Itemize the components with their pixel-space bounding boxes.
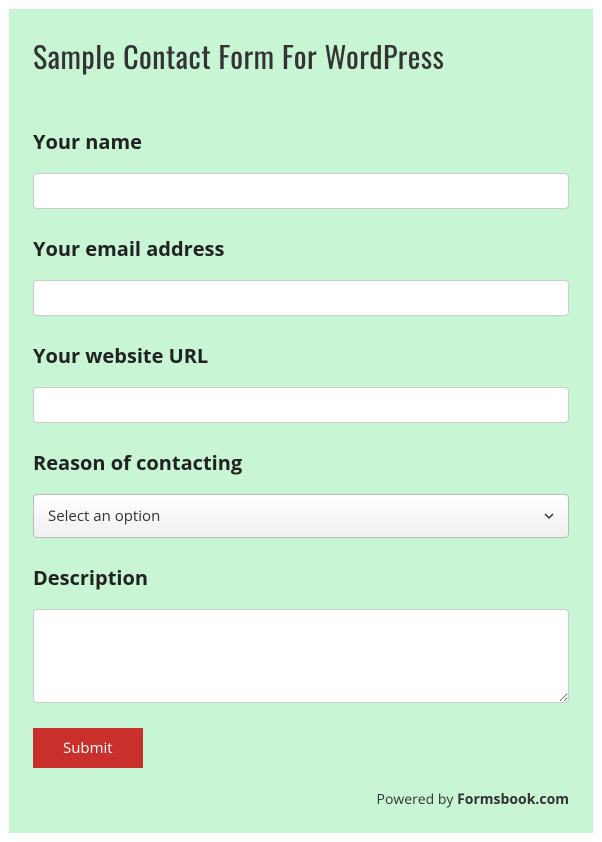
name-field-group: Your name	[33, 128, 569, 209]
reason-label: Reason of contacting	[33, 449, 569, 476]
reason-field-group: Reason of contacting Select an option	[33, 449, 569, 538]
name-input[interactable]	[33, 173, 569, 209]
reason-select[interactable]: Select an option	[33, 494, 569, 538]
email-input[interactable]	[33, 280, 569, 316]
url-input[interactable]	[33, 387, 569, 423]
description-label: Description	[33, 564, 569, 591]
description-field-group: Description	[33, 564, 569, 708]
description-textarea[interactable]	[33, 609, 569, 703]
form-title: Sample Contact Form For WordPress	[33, 33, 569, 78]
contact-form-container: Sample Contact Form For WordPress Your n…	[9, 9, 593, 833]
footer-text: Powered by	[377, 790, 458, 809]
form-footer: Powered by Formsbook.com	[33, 790, 569, 809]
submit-button[interactable]: Submit	[33, 728, 143, 768]
footer-link[interactable]: Formsbook.com	[457, 790, 569, 809]
email-field-group: Your email address	[33, 235, 569, 316]
name-label: Your name	[33, 128, 569, 155]
url-field-group: Your website URL	[33, 342, 569, 423]
url-label: Your website URL	[33, 342, 569, 369]
reason-select-wrapper: Select an option	[33, 494, 569, 538]
email-label: Your email address	[33, 235, 569, 262]
